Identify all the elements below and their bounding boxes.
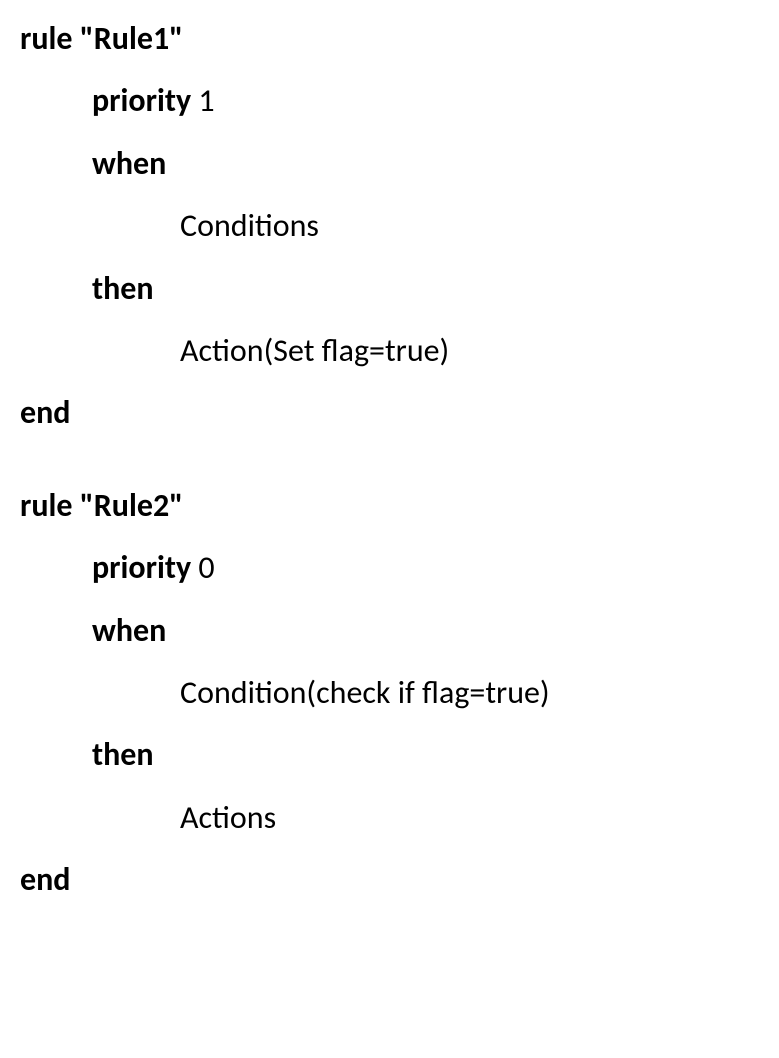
priority-line: priority 1 (20, 70, 759, 132)
rule-keyword: rule (20, 19, 73, 58)
priority-line: priority 0 (20, 537, 759, 599)
priority-keyword: priority (92, 548, 191, 587)
then-keyword: then (20, 724, 759, 786)
action-text: Action(Set flag=true) (20, 320, 759, 382)
when-keyword: when (20, 133, 759, 195)
rule-keyword: rule (20, 486, 73, 525)
end-keyword: end (20, 382, 759, 444)
then-keyword: then (20, 258, 759, 320)
condition-text: Conditions (20, 195, 759, 257)
priority-value: 0 (198, 548, 214, 587)
end-keyword: end (20, 849, 759, 911)
rule-declaration: rule "Rule2" (20, 475, 759, 537)
rule-block-1: rule "Rule1" priority 1 when Conditions … (20, 8, 759, 445)
rule-name: "Rule1" (80, 19, 183, 58)
when-keyword: when (20, 600, 759, 662)
condition-text: Condition(check if flag=true) (20, 662, 759, 724)
priority-keyword: priority (92, 81, 191, 120)
rule-block-2: rule "Rule2" priority 0 when Condition(c… (20, 475, 759, 912)
rule-declaration: rule "Rule1" (20, 8, 759, 70)
priority-value: 1 (198, 81, 214, 120)
action-text: Actions (20, 787, 759, 849)
rule-name: "Rule2" (80, 486, 183, 525)
